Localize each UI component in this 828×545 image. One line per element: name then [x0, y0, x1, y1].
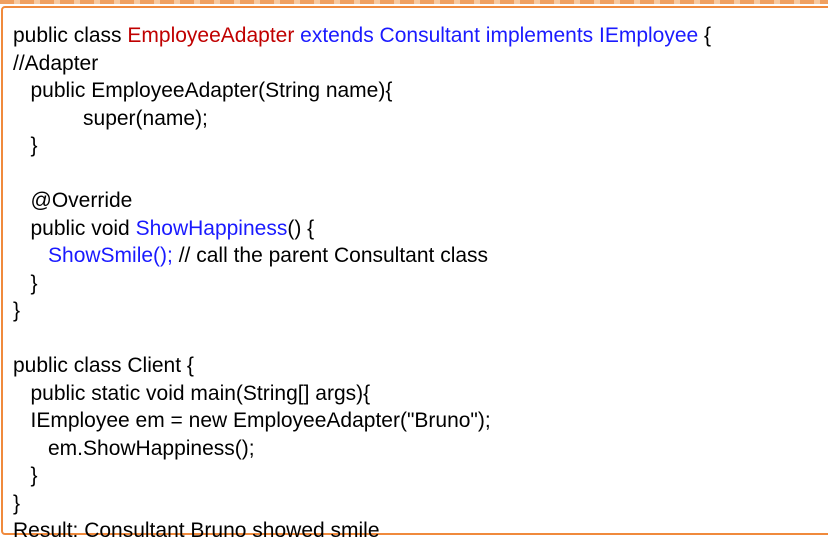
code-line: }	[13, 132, 711, 160]
top-decorative-strip	[0, 0, 828, 4]
code-token: // call the parent Consultant class	[172, 244, 489, 267]
code-token: () {	[287, 216, 315, 240]
code-token: ShowHappiness	[135, 216, 288, 240]
code-token: extends Consultant implements IEmployee	[294, 24, 699, 47]
code-line: //Adapter	[13, 50, 711, 78]
code-token: }	[13, 271, 38, 295]
code-listing: public class EmployeeAdapter extends Con…	[13, 22, 711, 545]
code-line: IEmployee em = new EmployeeAdapter("Brun…	[13, 407, 711, 435]
code-line: @Override	[13, 187, 711, 215]
code-token: ShowSmile();	[48, 244, 173, 267]
code-token: public class Client {	[13, 354, 194, 377]
code-token: IEmployee em = new EmployeeAdapter("Brun…	[13, 409, 491, 432]
code-line: public class EmployeeAdapter extends Con…	[13, 22, 711, 50]
code-token: public static void main(String[] args){	[13, 381, 371, 405]
code-line: }	[13, 297, 711, 325]
code-token: super(name);	[13, 106, 208, 130]
code-line: }	[13, 462, 711, 490]
code-line: super(name);	[13, 105, 711, 133]
code-line: public static void main(String[] args){	[13, 380, 711, 408]
code-token: //Adapter	[13, 51, 99, 75]
code-line: public void ShowHappiness() {	[13, 215, 711, 243]
code-token: public EmployeeAdapter(String name){	[13, 79, 393, 102]
code-line: public EmployeeAdapter(String name){	[13, 77, 711, 105]
code-token: {	[698, 24, 712, 47]
code-token: public void	[13, 216, 136, 240]
code-line: Result: Consultant Bruno showed smile	[13, 517, 711, 545]
code-token: }	[13, 464, 38, 487]
code-token: public class	[13, 24, 128, 47]
code-token: }	[13, 491, 21, 515]
code-token: }	[13, 299, 21, 322]
code-line: }	[13, 490, 711, 518]
code-token: em.ShowHappiness();	[13, 436, 255, 460]
code-line: }	[13, 270, 711, 298]
code-line: ShowSmile(); // call the parent Consulta…	[13, 242, 711, 270]
code-token: EmployeeAdapter	[127, 24, 295, 47]
code-token: }	[13, 134, 38, 157]
code-line: public class Client {	[13, 352, 711, 380]
code-token: @Override	[13, 189, 133, 212]
code-line: em.ShowHappiness();	[13, 435, 711, 463]
code-token: Result: Consultant Bruno showed smile	[13, 519, 380, 542]
code-panel: public class EmployeeAdapter extends Con…	[1, 6, 828, 542]
